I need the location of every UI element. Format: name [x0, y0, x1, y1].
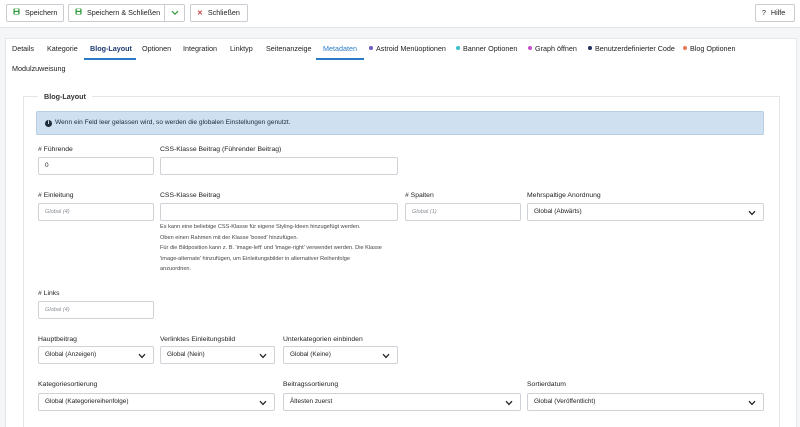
save-button[interactable]: Speichern [6, 4, 64, 22]
kategoriesortierung-select[interactable]: Global (Kategoriereihenfolge) [38, 393, 275, 411]
tab-kategorie[interactable]: Kategorie [47, 44, 78, 54]
chevron-down-icon [259, 353, 267, 359]
tab-seitenanzeige[interactable]: Seitenanzeige [266, 44, 312, 54]
label-beitragssortierung: Beitragssortierung [283, 381, 339, 388]
help-icon: ? [762, 10, 766, 17]
chevron-down-icon [138, 353, 146, 359]
save-icon [75, 6, 82, 22]
tab-blog-layout[interactable]: Blog-Layout [90, 44, 132, 54]
dot-icon [683, 46, 687, 50]
dot-icon [528, 46, 532, 50]
links-input[interactable]: Global (4) [38, 301, 154, 319]
chevron-down-icon [505, 400, 513, 406]
sortierdatum-select[interactable]: Global (Veröffentlicht) [527, 393, 764, 411]
label-fuehrende: # Führende [38, 146, 73, 153]
close-icon: ✕ [197, 10, 203, 17]
unterkategorien-select[interactable]: Global (Keine) [283, 346, 398, 364]
save-and-close-button[interactable]: Speichern & Schließen [68, 4, 165, 22]
info-alert: i Wenn ein Feld leer gelassen wird, so we… [36, 111, 764, 135]
tab-details[interactable]: Details [12, 44, 34, 54]
save-icon [13, 6, 20, 22]
label-einleitung: # Einleitung [38, 192, 74, 199]
label-mehrspaltig: Mehrspaltige Anordnung [527, 192, 601, 199]
label-unterkategorien: Unterkategorien einbinden [283, 336, 363, 343]
label-links: # Links [38, 290, 60, 297]
chevron-down-icon [382, 353, 390, 359]
beitragssortierung-select[interactable]: Ältesten zuerst [283, 393, 521, 411]
label-einleitungsbild: Verlinktes Einleitungsbild [160, 336, 236, 343]
dot-icon [369, 46, 373, 50]
toolbar: Speichern Speichern & Schließen ✕ Schließ… [0, 0, 800, 28]
chevron-down-icon [259, 400, 267, 406]
save-options-dropdown[interactable] [165, 4, 185, 22]
chevron-down-icon [748, 210, 756, 216]
tab-optionen[interactable]: Optionen [142, 44, 171, 54]
tab-blog-optionen[interactable]: Blog Optionen [683, 44, 736, 54]
active-tab-indicator [84, 58, 136, 60]
mehrspaltig-select[interactable]: Global (Abwärts) [527, 203, 764, 221]
fieldset-legend: Blog-Layout [38, 92, 92, 101]
tab-astroid-menueoptionen[interactable]: Astroid Menüoptionen [369, 44, 446, 54]
css-beitrag-input[interactable] [160, 203, 398, 221]
einleitung-input[interactable]: Global (4) [38, 203, 154, 221]
hover-tab-indicator [316, 58, 364, 60]
tab-banner-optionen[interactable]: Banner Optionen [456, 44, 517, 54]
einleitungsbild-select[interactable]: Global (Nein) [160, 346, 275, 364]
chevron-down-icon [171, 10, 179, 16]
fuehrende-input[interactable]: 0 [38, 157, 154, 175]
label-spalten: # Spalten [405, 192, 434, 199]
css-beitrag-help: Es kann eine beliebige CSS-Klasse für ei… [160, 224, 382, 272]
tab-benutzerdefinierter-code[interactable]: Benutzerdefinierter Code [588, 44, 675, 54]
label-kategoriesortierung: Kategoriesortierung [38, 381, 98, 388]
label-css-fuehrend: CSS-Klasse Beitrag (Führender Beitrag) [160, 146, 282, 153]
chevron-down-icon [748, 400, 756, 406]
tab-linktyp[interactable]: Linktyp [230, 44, 253, 54]
spalten-input[interactable]: Global (1) [405, 203, 521, 221]
info-icon: i [45, 120, 52, 127]
tab-integration[interactable]: Integration [183, 44, 217, 54]
close-button[interactable]: ✕ Schließen [190, 4, 248, 22]
tab-metadaten[interactable]: Metadaten [323, 44, 357, 54]
hauptbeitrag-select[interactable]: Global (Anzeigen) [38, 346, 154, 364]
tab-graph-oeffnen[interactable]: Graph öffnen [528, 44, 577, 54]
help-button[interactable]: ? Hilfe [755, 4, 795, 22]
tab-modulzuweisung[interactable]: Modulzuweisung [12, 64, 66, 74]
dot-icon [588, 46, 592, 50]
label-hauptbeitrag: Hauptbeitrag [38, 336, 77, 343]
label-sortierdatum: Sortierdatum [527, 381, 566, 388]
label-css-beitrag: CSS-Klasse Beitrag [160, 192, 221, 199]
dot-icon [456, 46, 460, 50]
css-fuehrend-input[interactable] [160, 157, 398, 175]
